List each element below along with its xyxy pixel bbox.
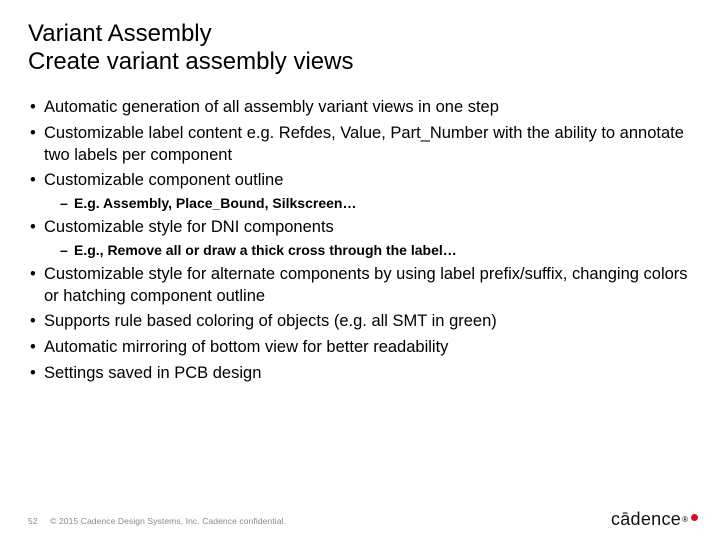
sub-bullet-item: E.g., Remove all or draw a thick cross t…: [44, 241, 692, 260]
sub-bullet-list: E.g. Assembly, Place_Bound, Silkscreen…: [44, 194, 692, 213]
bullet-text: Settings saved in PCB design: [44, 364, 261, 382]
bullet-text: Customizable label content e.g. Refdes, …: [44, 124, 684, 164]
footer: 52 © 2015 Cadence Design Systems, Inc. C…: [28, 516, 286, 526]
bullet-item: Customizable component outline E.g. Asse…: [28, 170, 692, 213]
slide-title: Variant Assembly Create variant assembly…: [28, 20, 692, 75]
sub-bullet-text: E.g. Assembly, Place_Bound, Silkscreen…: [74, 195, 356, 211]
bullet-item: Settings saved in PCB design: [28, 363, 692, 385]
copyright: © 2015 Cadence Design Systems, Inc. Cade…: [50, 516, 286, 526]
title-line-2: Create variant assembly views: [28, 48, 353, 75]
bullet-item: Automatic mirroring of bottom view for b…: [28, 337, 692, 359]
page-number: 52: [28, 516, 38, 526]
bullet-list: Automatic generation of all assembly var…: [28, 97, 692, 384]
title-line-1: Variant Assembly: [28, 20, 212, 47]
bullet-text: Customizable style for DNI components: [44, 218, 334, 236]
slide: Variant Assembly Create variant assembly…: [0, 0, 720, 540]
bullet-item: Automatic generation of all assembly var…: [28, 97, 692, 119]
cadence-logo: cādence®: [611, 509, 698, 530]
sub-bullet-list: E.g., Remove all or draw a thick cross t…: [44, 241, 692, 260]
registered-mark: ®: [682, 515, 688, 524]
sub-bullet-item: E.g. Assembly, Place_Bound, Silkscreen…: [44, 194, 692, 213]
bullet-item: Supports rule based coloring of objects …: [28, 311, 692, 333]
bullet-text: Supports rule based coloring of objects …: [44, 312, 497, 330]
bullet-text: Automatic mirroring of bottom view for b…: [44, 338, 448, 356]
bullet-item: Customizable label content e.g. Refdes, …: [28, 123, 692, 167]
bullet-text: Customizable component outline: [44, 171, 283, 189]
logo-dot-icon: [691, 514, 698, 521]
sub-bullet-text: E.g., Remove all or draw a thick cross t…: [74, 242, 457, 258]
bullet-text: Automatic generation of all assembly var…: [44, 98, 499, 116]
bullet-text: Customizable style for alternate compone…: [44, 265, 688, 305]
logo-text: cādence: [611, 509, 681, 530]
bullet-item: Customizable style for alternate compone…: [28, 264, 692, 308]
bullet-item: Customizable style for DNI components E.…: [28, 217, 692, 260]
